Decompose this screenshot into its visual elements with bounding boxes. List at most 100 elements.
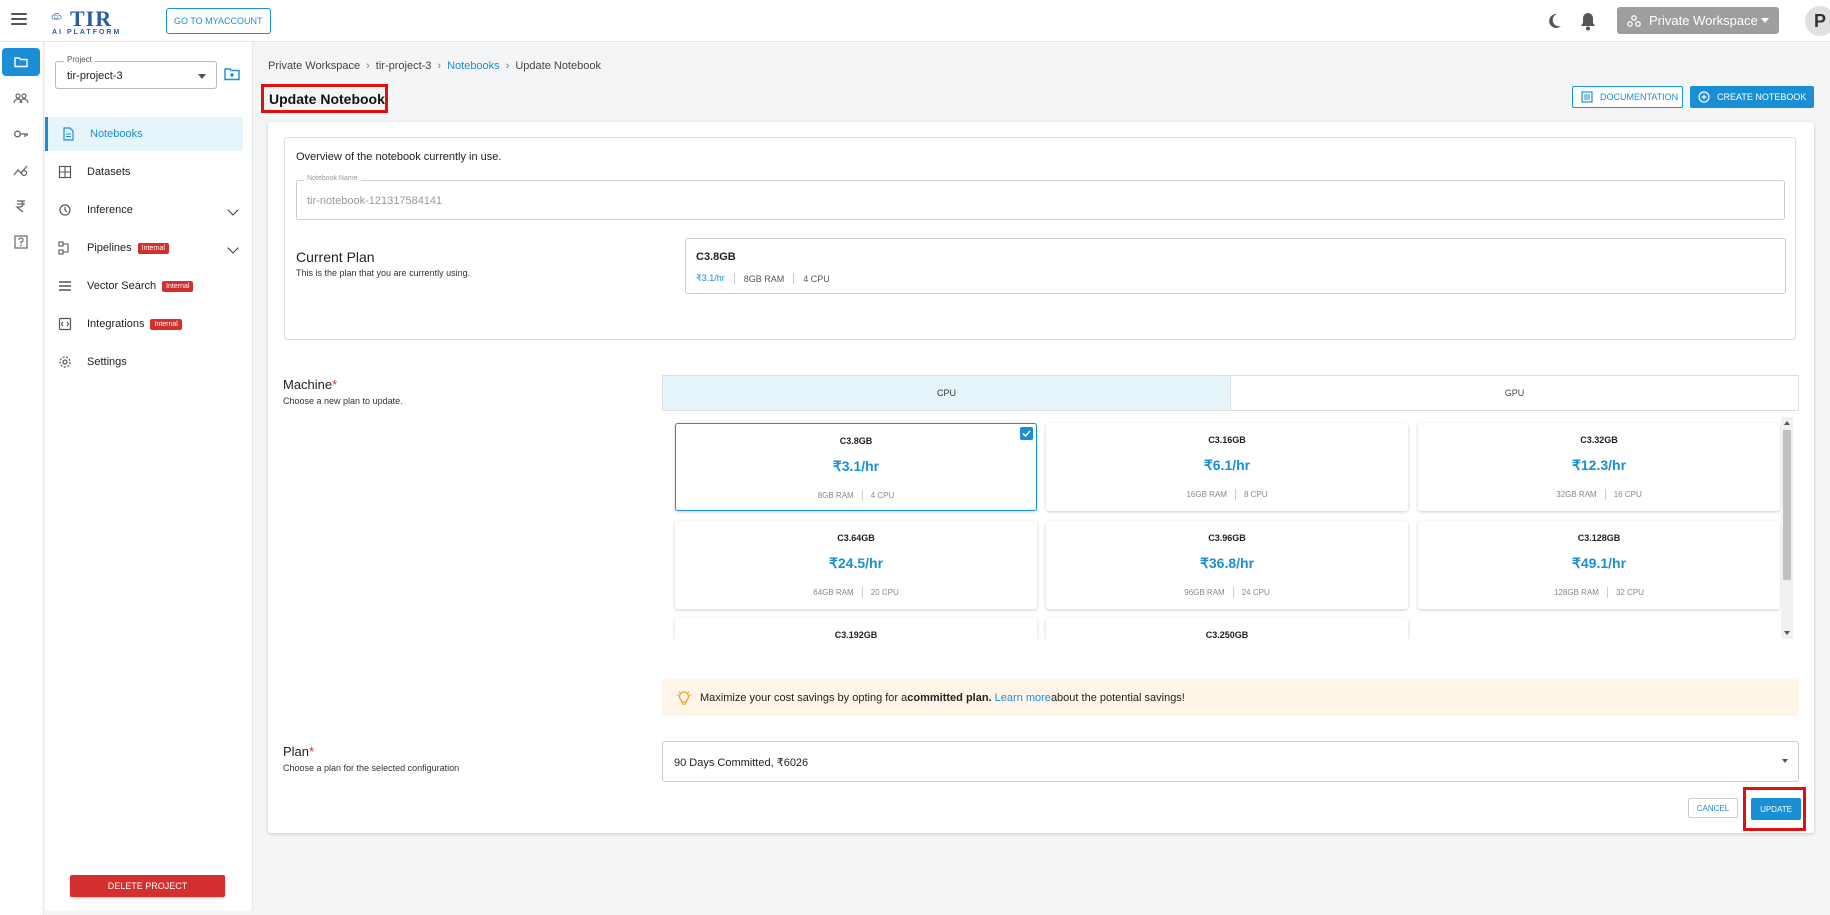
analytics-icon (13, 165, 28, 177)
lightbulb-icon (676, 690, 692, 705)
scroll-up-icon[interactable] (1784, 421, 1790, 425)
machine-title: Machine* (283, 377, 338, 392)
current-plan-specs: ₹3.1/hr 8GB RAM 4 CPU (696, 273, 830, 284)
sidebar-item-label: Notebooks (90, 128, 143, 140)
plan-specs: 128GB RAM 32 CPU (1554, 587, 1644, 598)
chevron-down-icon[interactable] (227, 242, 239, 254)
breadcrumb-project[interactable]: tir-project-3 (376, 60, 432, 72)
plan-card-c3-16gb[interactable]: C3.16GB ₹6.1/hr 16GB RAM 8 CPU (1046, 423, 1408, 511)
breadcrumb-current: Update Notebook (515, 60, 601, 72)
update-button[interactable]: UPDATE (1751, 798, 1801, 820)
current-plan-price: ₹3.1/hr (696, 273, 725, 283)
plan-select[interactable]: 90 Days Committed, ₹6026 (662, 741, 1799, 782)
sidebar-item-settings[interactable]: Settings (45, 345, 253, 379)
plan-name: C3.96GB (1208, 533, 1246, 543)
notification-bell-icon[interactable] (1579, 11, 1597, 31)
sidebar-item-integrations[interactable]: Integrations Internal (45, 307, 253, 341)
plan-price: ₹6.1/hr (1203, 457, 1251, 473)
breadcrumb-separator: › (366, 60, 370, 72)
add-folder-icon[interactable] (224, 67, 240, 81)
dark-mode-icon[interactable] (1545, 12, 1563, 30)
machine-type-tabs: CPU GPU (662, 375, 1799, 411)
update-button-highlight: UPDATE (1743, 787, 1806, 831)
plan-select-value: 90 Days Committed, ₹6026 (674, 757, 809, 769)
documentation-label: DOCUMENTATION (1600, 92, 1679, 102)
plan-name: C3.8GB (839, 436, 873, 446)
delete-project-button[interactable]: DELETE PROJECT (70, 875, 225, 897)
tab-gpu[interactable]: GPU (1230, 376, 1798, 410)
current-plan-ram: 8GB RAM (743, 273, 785, 284)
rupee-icon (15, 200, 25, 213)
breadcrumb-workspace[interactable]: Private Workspace (268, 60, 360, 72)
plan-card-c3-192gb[interactable]: C3.192GB (675, 618, 1037, 639)
documentation-button[interactable]: DOCUMENTATION (1572, 86, 1683, 108)
chevron-down-icon[interactable] (227, 204, 239, 216)
sidebar-item-notebooks[interactable]: Notebooks (45, 117, 243, 151)
overview-section: Overview of the notebook currently in us… (284, 137, 1796, 340)
rail-analytics[interactable] (2, 156, 40, 184)
plan-card-c3-250gb[interactable]: C3.250GB (1046, 618, 1408, 639)
plan-subtitle: Choose a plan for the selected configura… (283, 763, 460, 773)
rail-help[interactable] (2, 228, 40, 256)
machine-plans-list: C3.8GB ₹3.1/hr 8GB RAM 4 CPU C3.16GB ₹6.1… (668, 417, 1793, 639)
plan-name: C3.64GB (837, 533, 875, 543)
scroll-down-icon[interactable] (1784, 631, 1790, 635)
current-plan-box: C3.8GB ₹3.1/hr 8GB RAM 4 CPU (685, 238, 1786, 294)
top-bar: TIR AI PLATFORM GO TO MYACCOUNT Private … (0, 0, 1830, 42)
documentation-icon (1581, 91, 1593, 103)
sidebar-item-datasets[interactable]: Datasets (45, 155, 253, 189)
create-notebook-button[interactable]: CREATE NOTEBOOK (1690, 86, 1814, 108)
rail-api-keys[interactable] (2, 120, 40, 148)
sidebar-item-inference[interactable]: Inference (45, 193, 253, 227)
menu-icon[interactable] (11, 13, 27, 27)
plan-name: C3.128GB (1577, 533, 1621, 543)
learn-more-link[interactable]: Learn more (995, 692, 1051, 704)
overview-text: Overview of the notebook currently in us… (296, 151, 502, 163)
plan-card-c3-96gb[interactable]: C3.96GB ₹36.8/hr 96GB RAM 24 CPU (1046, 521, 1408, 609)
add-circle-icon (1698, 91, 1710, 103)
folder-icon (14, 57, 28, 68)
breadcrumb-separator: › (505, 60, 510, 72)
sidebar: Project tir-project-3 Notebooks Datasets… (45, 42, 253, 910)
breadcrumb-notebooks[interactable]: Notebooks (447, 60, 500, 72)
plan-name: C3.32GB (1580, 435, 1618, 445)
plan-specs: 16GB RAM 8 CPU (1186, 489, 1268, 500)
tip-text-part1: Maximize your cost savings by opting for… (700, 691, 908, 704)
notebook-name-field: Notebook Name tir-notebook-121317584141 (296, 175, 1785, 220)
project-label: Project (64, 55, 95, 64)
checkbox-checked-icon[interactable] (1020, 427, 1033, 440)
sidebar-nav: Notebooks Datasets Inference Pipelines I… (45, 117, 253, 383)
sidebar-item-label: Vector Search (87, 280, 157, 292)
sidebar-item-label: Pipelines (87, 242, 132, 254)
scroll-thumb[interactable] (1783, 430, 1791, 580)
plan-card-c3-32gb[interactable]: C3.32GB ₹12.3/hr 32GB RAM 16 CPU (1418, 423, 1780, 511)
plan-price: ₹24.5/hr (828, 555, 884, 571)
rail-team[interactable] (2, 84, 40, 112)
notebook-name-label: Notebook Name (304, 175, 361, 182)
create-notebook-label: CREATE NOTEBOOK (1717, 92, 1807, 102)
plans-scrollbar[interactable] (1781, 417, 1793, 639)
avatar[interactable]: P (1805, 6, 1830, 36)
breadcrumb: Private Workspace › tir-project-3 › Note… (268, 60, 601, 72)
help-icon (14, 235, 28, 249)
go-to-myaccount-button[interactable]: GO TO MYACCOUNT (166, 8, 271, 34)
internal-badge: Internal (137, 242, 169, 254)
tab-cpu[interactable]: CPU (663, 376, 1230, 410)
plan-name: C3.192GB (834, 630, 878, 639)
icon-rail (0, 42, 44, 915)
plan-card-c3-128gb[interactable]: C3.128GB ₹49.1/hr 128GB RAM 32 CPU (1418, 521, 1780, 609)
page-title: Update Notebook (261, 84, 388, 113)
chevron-down-icon (1782, 759, 1788, 763)
workspace-selector[interactable]: Private Workspace (1617, 7, 1779, 34)
current-plan-subtitle: This is the plan that you are currently … (296, 268, 471, 278)
sidebar-item-pipelines[interactable]: Pipelines Internal (45, 231, 253, 265)
tip-text-part2: about the potential savings! (1050, 691, 1185, 704)
rail-projects[interactable] (2, 48, 40, 76)
rail-billing[interactable] (2, 192, 40, 220)
project-select[interactable]: Project tir-project-3 (55, 55, 217, 89)
cancel-button[interactable]: CANCEL (1688, 798, 1738, 818)
plan-card-c3-8gb[interactable]: C3.8GB ₹3.1/hr 8GB RAM 4 CPU (675, 423, 1037, 511)
plan-card-c3-64gb[interactable]: C3.64GB ₹24.5/hr 64GB RAM 20 CPU (675, 521, 1037, 609)
inference-icon (59, 204, 71, 216)
sidebar-item-vector-search[interactable]: Vector Search Internal (45, 269, 253, 303)
